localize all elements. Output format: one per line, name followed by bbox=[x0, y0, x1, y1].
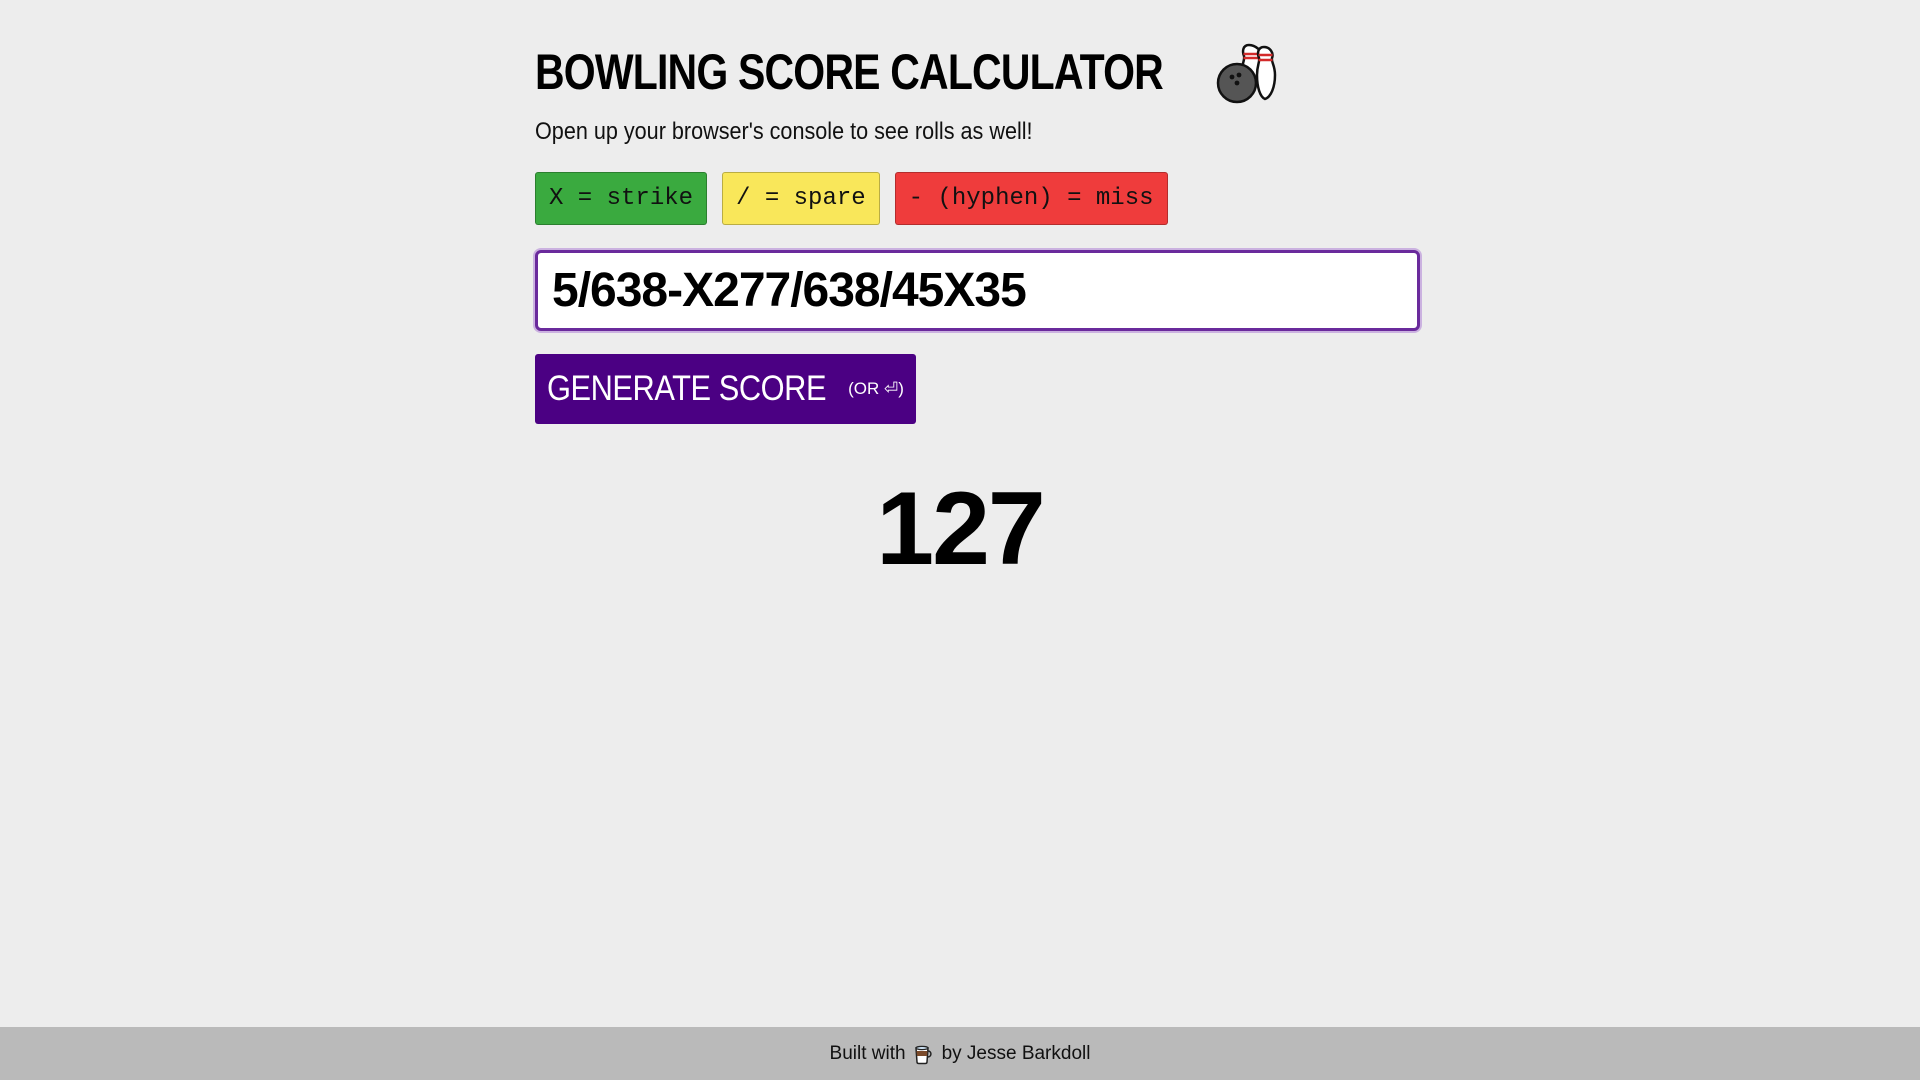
enter-key-hint: (OR ⏎) bbox=[848, 379, 904, 398]
page: BOWLING SCORE CALCULATOR Open up your br… bbox=[0, 0, 1920, 1080]
title-row: BOWLING SCORE CALCULATOR bbox=[535, 40, 1420, 104]
legend-strike: X = strike bbox=[535, 172, 708, 225]
main-content: BOWLING SCORE CALCULATOR Open up your br… bbox=[535, 40, 1420, 424]
page-title: BOWLING SCORE CALCULATOR bbox=[535, 44, 1164, 100]
legend-spare: / = spare bbox=[722, 172, 880, 225]
score-result: 127 bbox=[876, 471, 1046, 587]
rolls-input[interactable] bbox=[535, 250, 1420, 331]
footer: Built with by Jesse Barkdoll bbox=[0, 1027, 1920, 1080]
legend-miss: - (hyphen) = miss bbox=[894, 172, 1168, 225]
coffee-mug-icon bbox=[914, 1045, 932, 1064]
footer-suffix: by Jesse Barkdoll bbox=[941, 1042, 1091, 1064]
generate-score-button[interactable]: GENERATE SCORE (OR ⏎) bbox=[535, 354, 916, 424]
legend: X = strike / = spare - (hyphen) = miss bbox=[535, 172, 1420, 225]
generate-score-label: GENERATE SCORE bbox=[547, 369, 827, 408]
footer-prefix: Built with bbox=[829, 1042, 906, 1064]
bowling-icon bbox=[1216, 43, 1277, 104]
subtitle: Open up your browser's console to see ro… bbox=[535, 118, 1033, 145]
